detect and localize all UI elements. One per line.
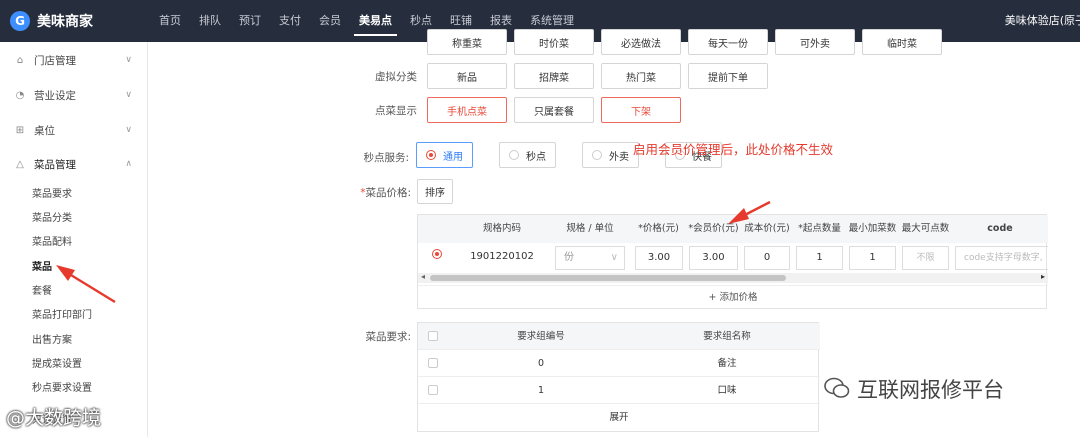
watermark-text: 互联网报修平台 (857, 378, 1004, 402)
annotation-arrow-dish-menu (56, 265, 116, 304)
annotation-arrows (56, 200, 771, 304)
watermark-text: @大数跨境 (6, 407, 102, 429)
wechat-icon (824, 376, 850, 400)
annotation-arrow-member-price (728, 200, 771, 224)
